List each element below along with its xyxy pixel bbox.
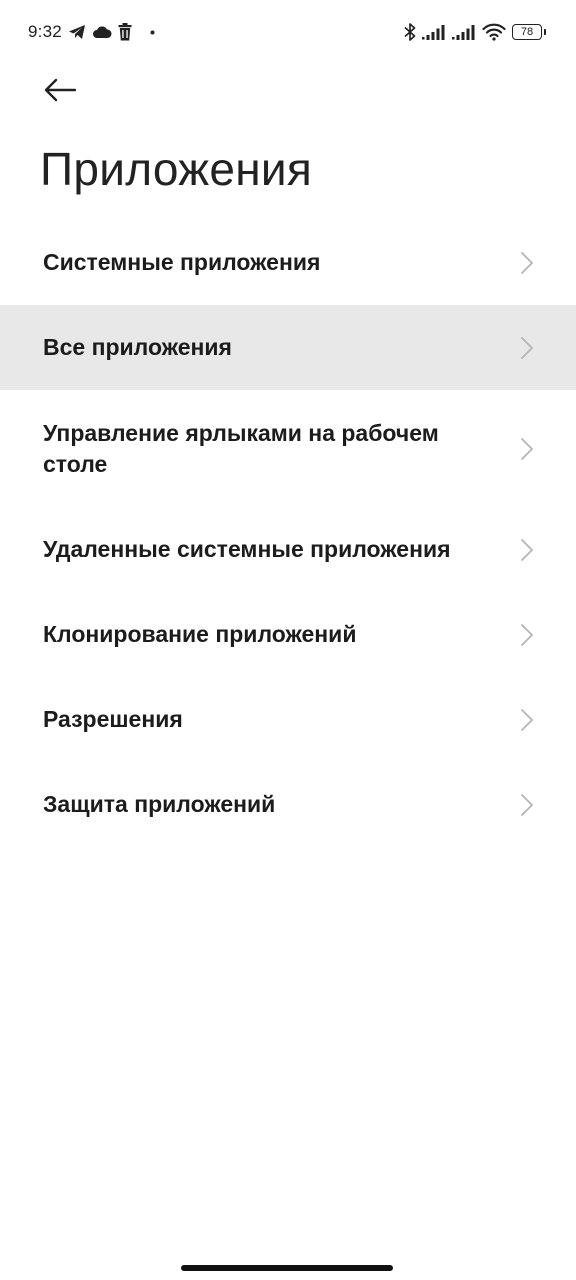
page-title: Приложения <box>40 143 313 195</box>
back-button[interactable] <box>34 68 86 116</box>
wifi-icon <box>482 23 506 41</box>
battery-indicator: 78 <box>512 24 546 40</box>
menu-item-all-apps[interactable]: Все приложения <box>0 305 576 390</box>
arrow-left-icon <box>43 78 77 107</box>
menu-item-desktop-shortcuts[interactable]: Управление ярлыками на рабочем столе <box>0 390 576 507</box>
menu-item-removed-system-apps[interactable]: Удаленные системные приложения <box>0 507 576 592</box>
menu-item-label: Клонирование приложений <box>43 621 357 647</box>
menu-item-permissions[interactable]: Разрешения <box>0 677 576 762</box>
menu-item-label: Системные приложения <box>43 249 321 275</box>
chevron-right-icon <box>521 538 533 561</box>
menu-item-app-protection[interactable]: Защита приложений <box>0 762 576 847</box>
cloud-icon <box>92 25 112 39</box>
status-right: 78 <box>404 20 546 44</box>
chevron-right-icon <box>521 793 533 816</box>
menu-item-app-cloning[interactable]: Клонирование приложений <box>0 592 576 677</box>
chevron-right-icon <box>521 251 533 274</box>
status-bar: 9:32 78 <box>0 0 576 64</box>
menu-item-label: Защита приложений <box>43 791 276 817</box>
menu-item-label: Удаленные системные приложения <box>43 536 451 562</box>
status-left: 9:32 <box>28 20 155 44</box>
menu-item-label: Разрешения <box>43 706 183 732</box>
telegram-icon <box>68 24 86 40</box>
chevron-right-icon <box>521 623 533 646</box>
dot-icon <box>150 30 155 35</box>
menu-item-label: Управление ярлыками на рабочем столе <box>43 419 439 477</box>
chevron-right-icon <box>521 708 533 731</box>
signal-icon <box>452 24 476 40</box>
chevron-right-icon <box>521 437 533 460</box>
trash-icon <box>118 23 132 41</box>
menu-item-system-apps[interactable]: Системные приложения <box>0 220 576 305</box>
bluetooth-icon <box>404 22 416 42</box>
home-indicator[interactable] <box>181 1265 393 1271</box>
menu-list: Системные приложения Все приложения Упра… <box>0 220 576 847</box>
status-time: 9:32 <box>28 22 62 41</box>
menu-item-label: Все приложения <box>43 334 232 360</box>
chevron-right-icon <box>521 336 533 359</box>
signal-icon <box>422 24 446 40</box>
